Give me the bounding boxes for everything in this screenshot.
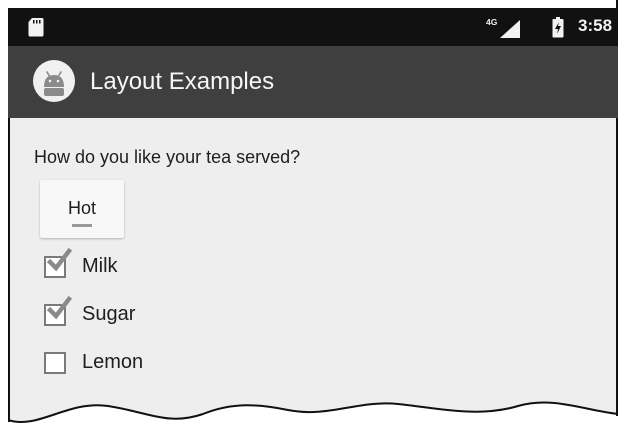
sd-card-icon — [28, 18, 44, 37]
check-mark-icon — [46, 247, 72, 272]
question-label: How do you like your tea served? — [34, 147, 301, 167]
action-bar: Layout Examples — [8, 46, 618, 118]
check-mark-icon — [46, 295, 72, 320]
spinner-selected-value: Hot — [67, 198, 96, 218]
status-bar: 4G 3:58 — [8, 8, 618, 46]
device-screen: 4G 3:58 Layout Examples How do you like … — [8, 0, 618, 435]
android-icon — [33, 60, 75, 102]
checkbox-box — [44, 352, 66, 374]
network-type-label: 4G — [486, 17, 498, 27]
lemon-label: Lemon — [82, 351, 144, 373]
status-time: 3:58 — [578, 16, 613, 35]
cell-signal-icon: 4G — [486, 17, 520, 38]
spinner-indicator — [72, 224, 92, 227]
milk-label: Milk — [82, 255, 118, 277]
serving-spinner[interactable]: Hot — [40, 180, 124, 238]
app-title: Layout Examples — [90, 68, 275, 95]
content-area: How do you like your tea served? Hot Mil… — [8, 118, 618, 435]
battery-charging-icon — [552, 17, 564, 38]
sugar-label: Sugar — [82, 303, 136, 325]
